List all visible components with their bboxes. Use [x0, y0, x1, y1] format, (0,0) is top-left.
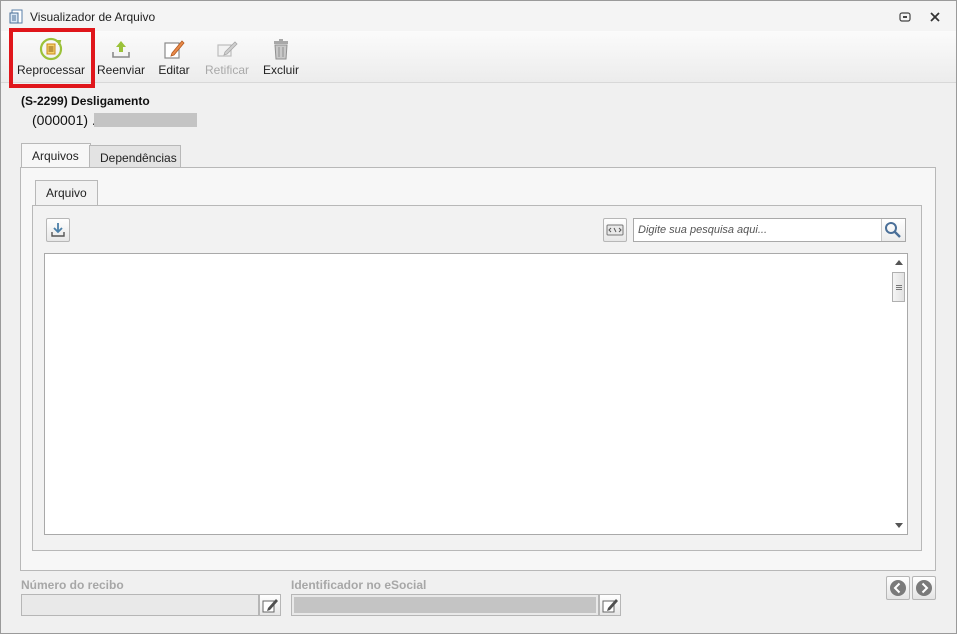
restore-icon[interactable] [897, 9, 913, 25]
delete-label: Excluir [262, 63, 299, 77]
close-icon[interactable] [927, 9, 943, 25]
window-title: Visualizador de Arquivo [30, 10, 156, 24]
file-viewer-window: Visualizador de Arquivo Reprocessar Reen… [0, 0, 957, 634]
event-id: (000001) . [32, 112, 96, 128]
vertical-scrollbar[interactable] [890, 254, 907, 534]
arrow-right-icon [916, 580, 932, 596]
file-content-area[interactable] [44, 253, 908, 535]
toolbar: Reprocessar Reenviar Editar Retificar Ex… [1, 31, 956, 83]
scroll-down-icon[interactable] [894, 521, 904, 529]
code-icon [606, 224, 624, 236]
document-icon [9, 9, 23, 24]
search-box [633, 218, 906, 242]
delete-button[interactable]: Excluir [261, 31, 301, 81]
esocial-field[interactable] [291, 594, 599, 616]
tab-arquivos-label: Arquivos [32, 149, 79, 163]
search-icon [885, 222, 901, 238]
tab-dependencias[interactable]: Dependências [89, 145, 181, 169]
search-input[interactable] [635, 220, 881, 240]
esocial-edit-button[interactable] [599, 594, 621, 616]
masked-esocial-id [294, 597, 596, 613]
esocial-label: Identificador no eSocial [291, 578, 427, 592]
search-button[interactable] [881, 219, 905, 241]
rectify-icon [217, 41, 238, 57]
scroll-up-icon[interactable] [894, 259, 904, 267]
upload-icon [112, 41, 130, 58]
event-title: (S-2299) Desligamento [21, 94, 150, 108]
next-button[interactable] [912, 576, 936, 600]
arrow-left-icon [890, 580, 906, 596]
tab-arquivo-label: Arquivo [46, 186, 87, 200]
download-icon [51, 223, 65, 237]
edit-icon [602, 599, 618, 613]
edit-icon [164, 40, 185, 59]
tab-dependencias-label: Dependências [100, 151, 177, 165]
trash-icon [274, 39, 288, 60]
download-button[interactable] [46, 218, 70, 242]
tab-arquivo[interactable]: Arquivo [35, 180, 98, 206]
edit-label: Editar [158, 63, 190, 77]
edit-button[interactable]: Editar [155, 31, 193, 81]
resend-button[interactable]: Reenviar [95, 31, 147, 81]
receipt-field[interactable] [21, 594, 259, 616]
rectify-label: Retificar [204, 63, 249, 77]
edit-icon [262, 599, 278, 613]
reprocess-icon [39, 37, 63, 61]
title-bar: Visualizador de Arquivo [1, 1, 956, 31]
previous-button[interactable] [886, 576, 910, 600]
scroll-thumb[interactable] [892, 272, 905, 302]
tab-arquivos[interactable]: Arquivos [21, 143, 91, 169]
masked-event-name [94, 113, 197, 127]
reprocess-button[interactable]: Reprocessar [13, 31, 89, 81]
receipt-label: Número do recibo [21, 578, 124, 592]
resend-label: Reenviar [96, 63, 146, 77]
receipt-edit-button[interactable] [259, 594, 281, 616]
reprocess-label: Reprocessar [16, 63, 86, 77]
rectify-button[interactable]: Retificar [201, 31, 253, 81]
format-toggle-button[interactable] [603, 218, 627, 242]
